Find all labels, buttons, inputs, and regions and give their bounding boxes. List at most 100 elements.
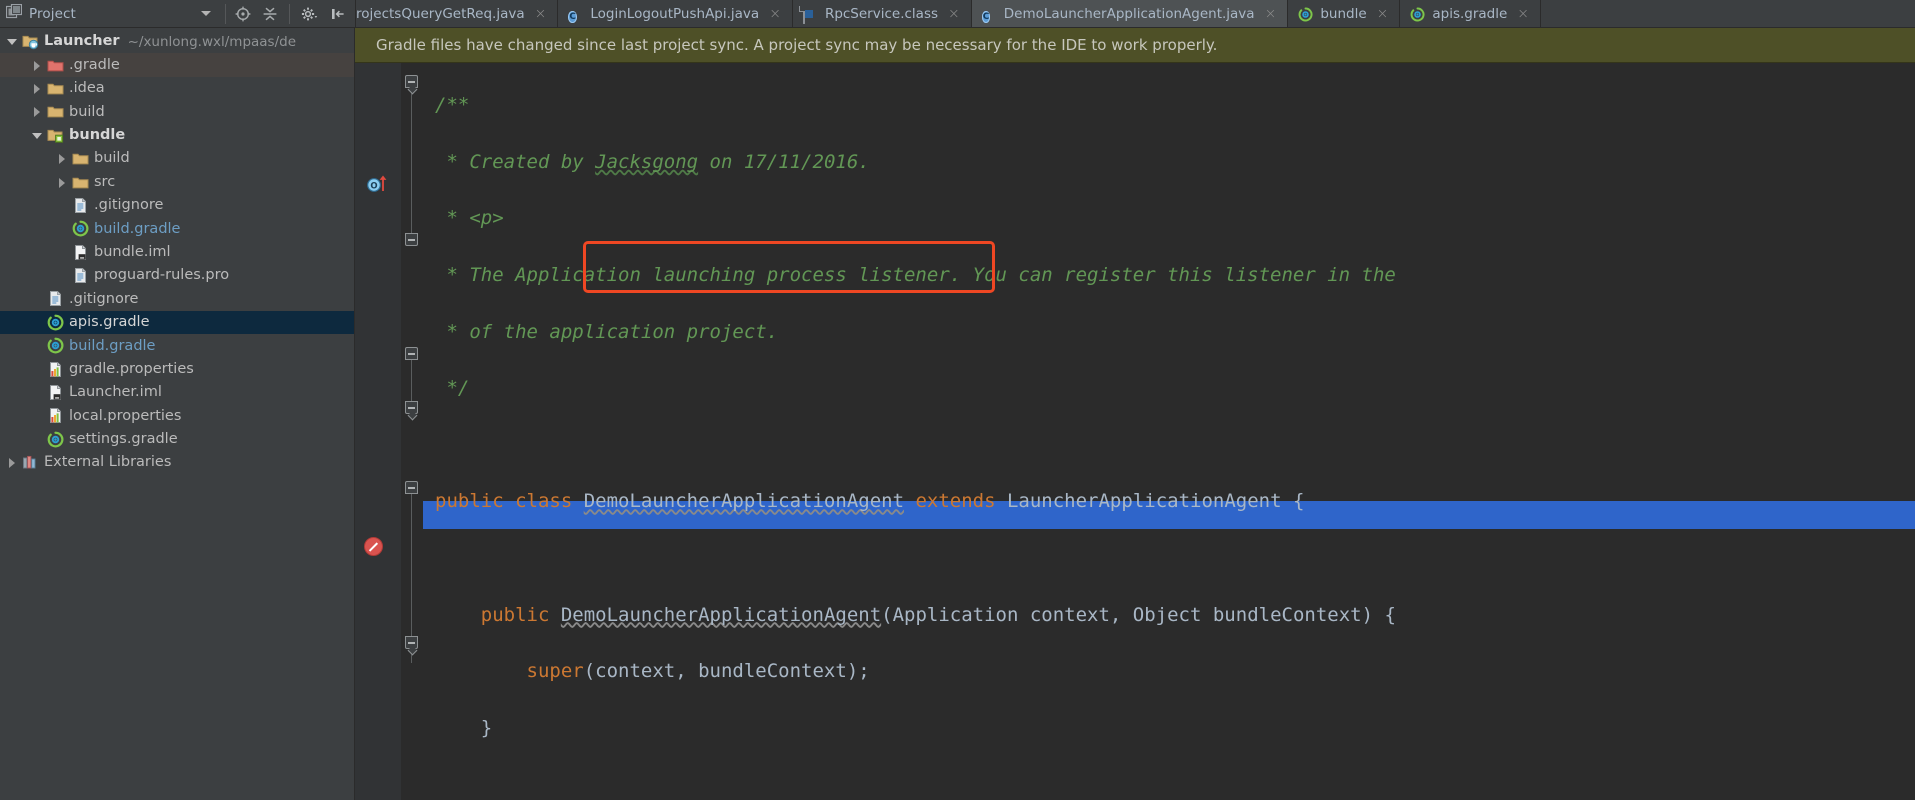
- folder-icon: [72, 150, 89, 167]
- editor-gutter[interactable]: O: [355, 63, 401, 800]
- tree-no-expander: [57, 200, 68, 211]
- editor-tab-label: LoginLogoutPushApi.java: [590, 6, 760, 22]
- tree-node[interactable]: Launcher ~/xunlong.wxl/mpaas/de: [0, 30, 354, 53]
- tree-expander-right-icon[interactable]: [57, 153, 68, 165]
- code-line: */: [435, 377, 470, 400]
- tree-expander-right-icon[interactable]: [32, 106, 43, 118]
- iml-file-icon: [72, 244, 89, 261]
- code-line: * <p>: [435, 207, 504, 230]
- tree-expander-right-icon[interactable]: [32, 83, 43, 94]
- java-class-icon: C: [981, 10, 991, 23]
- editor-tab[interactable]: C DemoLauncherApplicationAgent.java ×: [971, 0, 1289, 27]
- gradle-icon: [47, 337, 64, 354]
- tree-expander-right-icon[interactable]: [32, 60, 43, 71]
- tab-close-icon[interactable]: ×: [1265, 7, 1277, 21]
- editor-tab[interactable]: RpcService.class ×: [793, 0, 972, 27]
- compiled-class-icon: [802, 5, 818, 24]
- tree-no-expander: [32, 387, 43, 398]
- tree-node-label: build.gradle: [94, 220, 181, 237]
- code-line: * of the application project.: [435, 320, 779, 343]
- tree-node[interactable]: .gitignore: [0, 194, 354, 217]
- project-tree[interactable]: Launcher ~/xunlong.wxl/mpaas/de .gradle .…: [0, 28, 355, 800]
- tree-node-label: apis.gradle: [69, 314, 150, 331]
- tab-close-icon[interactable]: ×: [1377, 7, 1389, 21]
- code-line: super(context, bundleContext);: [526, 660, 870, 683]
- folder-icon: [47, 80, 64, 97]
- tree-node[interactable]: settings.gradle: [0, 428, 354, 451]
- tree-node-label: settings.gradle: [69, 431, 178, 448]
- tab-close-icon[interactable]: ×: [769, 7, 781, 21]
- tree-node[interactable]: bundle.iml: [0, 241, 354, 264]
- android-module-icon: [47, 127, 64, 144]
- overriding-method-icon[interactable]: O: [367, 173, 391, 197]
- java-class-icon: C: [568, 10, 577, 23]
- tree-expander-down-icon[interactable]: [7, 36, 18, 47]
- gradle-icon: [72, 220, 89, 237]
- fold-collapse-marker-method-end[interactable]: [405, 636, 418, 649]
- code-folding-strip[interactable]: [401, 63, 423, 800]
- fold-region-line-doc: [411, 77, 412, 237]
- ide-window: Project rojectsQueryGetReq.java × C Logi…: [0, 0, 1915, 800]
- tree-node[interactable]: .idea: [0, 77, 354, 100]
- tree-no-expander: [32, 364, 43, 375]
- tree-node-label: .gradle: [69, 56, 120, 73]
- tree-node-label: Launcher: [44, 33, 120, 50]
- tree-node[interactable]: build: [0, 147, 354, 170]
- editor-tab[interactable]: rojectsQueryGetReq.java ×: [355, 0, 559, 27]
- tree-node-label: Launcher.iml: [69, 384, 162, 401]
- code-text[interactable]: /** * Created by Jacksgong on 17/11/2016…: [423, 63, 1915, 800]
- tree-node[interactable]: proguard-rules.pro: [0, 264, 354, 287]
- code-line: public class DemoLauncherApplicationAgen…: [435, 490, 1305, 513]
- code-line: * Created by Jacksgong on 17/11/2016.: [435, 150, 870, 173]
- tree-no-expander: [32, 340, 43, 351]
- tab-close-icon[interactable]: ×: [1517, 7, 1529, 21]
- properties-file-icon: [47, 407, 64, 424]
- tree-node[interactable]: build.gradle: [0, 334, 354, 357]
- tree-node[interactable]: local.properties: [0, 404, 354, 427]
- fold-collapse-marker-ctor-start[interactable]: [405, 347, 418, 360]
- code-line: * The Application launching process list…: [435, 264, 1396, 287]
- project-panel-icon: [5, 3, 23, 24]
- tree-node[interactable]: .gradle: [0, 53, 354, 77]
- project-tool-window-title-group[interactable]: Project: [5, 3, 225, 24]
- tree-node-label: bundle.iml: [94, 243, 171, 260]
- tree-node-label: build: [69, 103, 105, 120]
- tree-node[interactable]: .gitignore: [0, 287, 354, 310]
- tree-node[interactable]: bundle: [0, 124, 354, 147]
- editor-tab-bar: rojectsQueryGetReq.java × C LoginLogoutPush…: [355, 0, 1915, 28]
- tree-node[interactable]: apis.gradle: [0, 310, 354, 335]
- fold-collapse-marker-method-start[interactable]: [405, 481, 418, 494]
- chevron-down-icon[interactable]: [201, 11, 211, 16]
- code-editor[interactable]: Gradle files have changed since last pro…: [355, 28, 1915, 800]
- tree-expander-right-icon[interactable]: [57, 177, 68, 188]
- fold-collapse-marker-doc-end[interactable]: [405, 233, 418, 246]
- editor-tab[interactable]: apis.gradle ×: [1400, 0, 1542, 27]
- tree-node-label: .gitignore: [69, 290, 139, 307]
- tree-node[interactable]: build.gradle: [0, 217, 354, 240]
- editor-tab-label: DemoLauncherApplicationAgent.java: [1003, 6, 1255, 22]
- tree-node[interactable]: Launcher.iml: [0, 381, 354, 404]
- editor-tab[interactable]: C LoginLogoutPushApi.java ×: [558, 0, 793, 27]
- tree-node[interactable]: gradle.properties: [0, 357, 354, 380]
- tab-close-icon[interactable]: ×: [948, 7, 960, 21]
- locate-icon[interactable]: [235, 6, 251, 22]
- hide-panel-icon[interactable]: [330, 6, 346, 22]
- editor-tab[interactable]: bundle ×: [1288, 0, 1401, 27]
- tree-node[interactable]: External Libraries: [0, 451, 354, 474]
- tree-expander-right-icon[interactable]: [7, 457, 18, 469]
- toolbar-divider-2: [289, 3, 290, 24]
- tree-no-expander: [32, 293, 43, 304]
- tree-node[interactable]: build: [0, 100, 354, 123]
- top-bar: Project rojectsQueryGetReq.java × C Logi…: [0, 0, 1915, 28]
- tree-node[interactable]: src: [0, 170, 354, 193]
- editor-tab-label: bundle: [1320, 6, 1367, 22]
- fold-collapse-marker-doc-start[interactable]: [405, 75, 418, 88]
- breakpoint-disabled-icon[interactable]: [364, 537, 383, 556]
- fold-collapse-marker-ctor-end[interactable]: [405, 401, 418, 414]
- tree-no-expander: [57, 270, 68, 281]
- settings-gear-icon[interactable]: [301, 6, 319, 22]
- project-tool-window-label: Project: [29, 5, 76, 22]
- tab-close-icon[interactable]: ×: [535, 7, 547, 21]
- tree-expander-down-icon[interactable]: [32, 130, 43, 141]
- collapse-all-icon[interactable]: [262, 6, 278, 22]
